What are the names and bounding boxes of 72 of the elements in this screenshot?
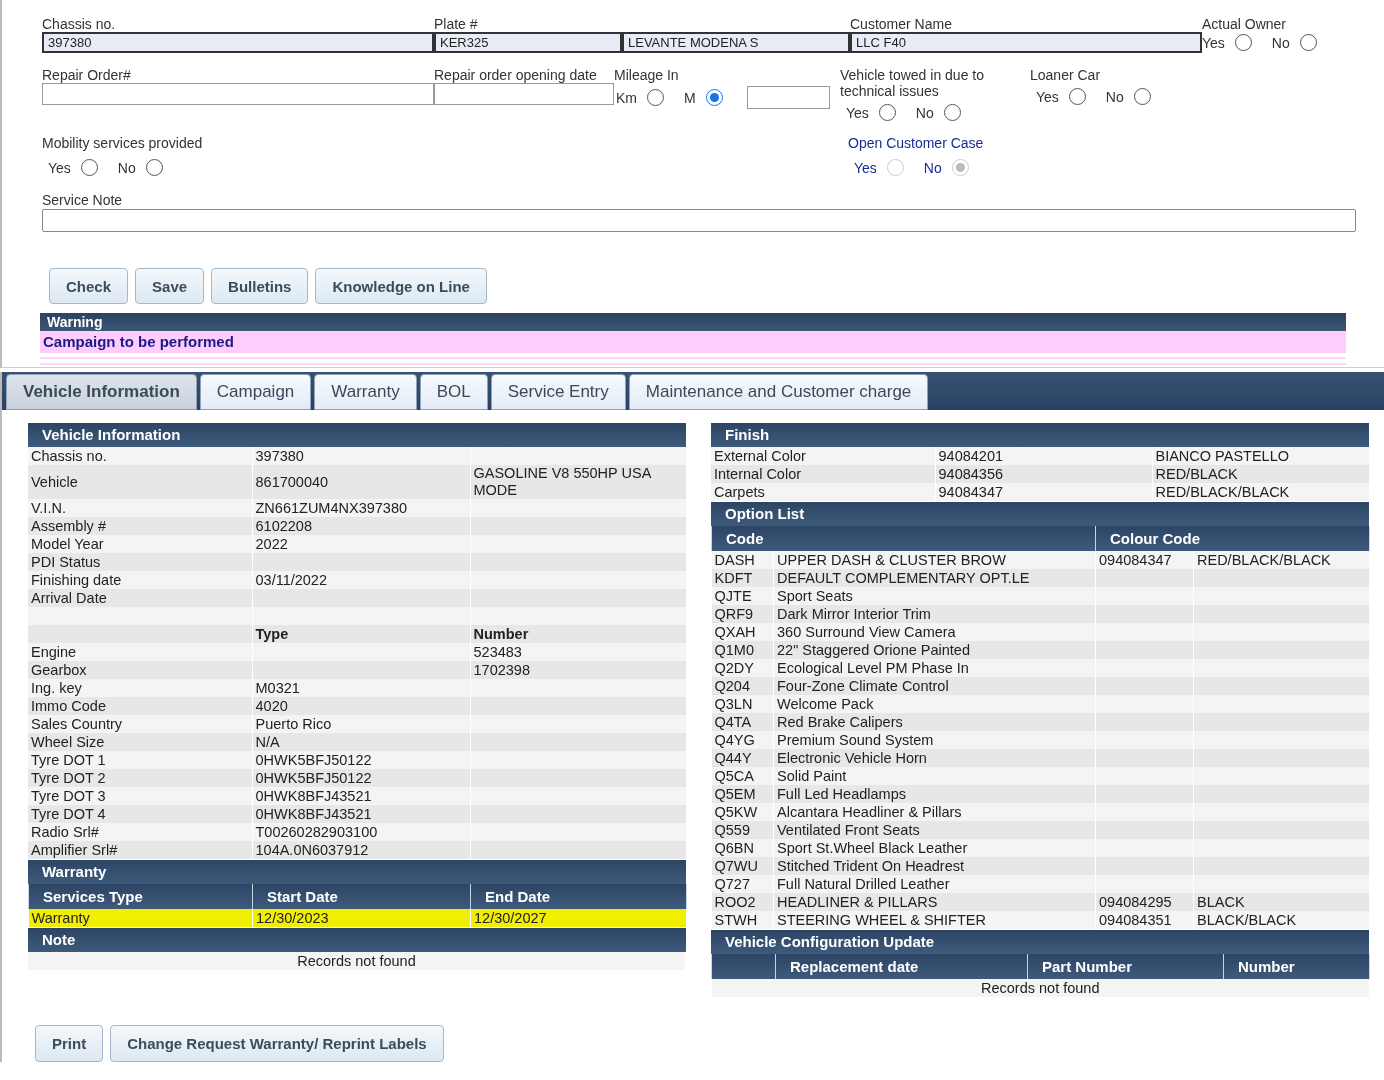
field-label: Vehicle towed in due to technical issues bbox=[840, 67, 985, 99]
field-label: Customer Name bbox=[850, 16, 952, 32]
action-button[interactable]: Change Request Warranty/ Reprint Labels bbox=[110, 1025, 444, 1062]
column-header: Colour Code bbox=[1095, 526, 1370, 551]
tab[interactable]: Maintenance and Customer charge bbox=[628, 374, 929, 410]
column-header: End Date bbox=[470, 884, 687, 909]
text-field[interactable]: 397380 bbox=[42, 32, 434, 53]
text-field[interactable]: LLC F40 bbox=[850, 32, 1202, 53]
radio-button[interactable] bbox=[1133, 88, 1151, 105]
field-label: Open Customer Case bbox=[848, 135, 984, 151]
field-label: Repair Order# bbox=[42, 67, 131, 83]
option-label: Yes bbox=[846, 104, 869, 121]
option-label: No bbox=[117, 159, 136, 176]
tab[interactable]: Warranty bbox=[314, 374, 417, 410]
radio-button[interactable] bbox=[1234, 34, 1252, 51]
text-field[interactable] bbox=[434, 83, 614, 105]
column-header: Services Type bbox=[28, 884, 253, 909]
option-label: Yes bbox=[1036, 88, 1059, 105]
table-cell: Records not found bbox=[711, 979, 1370, 997]
option-label: Km bbox=[616, 89, 637, 106]
service-note-field[interactable] bbox=[42, 209, 1356, 232]
section-header: Finish bbox=[711, 422, 1369, 447]
field-label: Loaner Car bbox=[1030, 67, 1101, 83]
mileage-field[interactable] bbox=[746, 86, 830, 109]
radio-button[interactable] bbox=[878, 104, 896, 121]
option-label: M bbox=[684, 89, 696, 106]
action-button[interactable]: Bulletins bbox=[211, 268, 309, 304]
option-label: No bbox=[1105, 88, 1124, 105]
field-label: Service Note bbox=[42, 192, 123, 208]
option-label: Yes bbox=[854, 159, 877, 176]
text-field[interactable]: LEVANTE MODENA S bbox=[622, 32, 850, 53]
field-label: Actual Owner bbox=[1202, 16, 1287, 32]
column-header: Start Date bbox=[252, 884, 471, 909]
radio-button[interactable] bbox=[647, 89, 664, 106]
option-label: Yes bbox=[1202, 34, 1225, 51]
option-label: No bbox=[1271, 34, 1290, 51]
option-label: No bbox=[915, 104, 934, 121]
radio-button[interactable] bbox=[145, 159, 163, 176]
column-header: Part Number bbox=[1027, 954, 1224, 979]
radio-button[interactable] bbox=[1299, 34, 1317, 51]
action-button[interactable]: Print bbox=[35, 1025, 104, 1062]
tab[interactable]: BOL bbox=[419, 374, 488, 410]
column-header: Code bbox=[711, 526, 1096, 551]
radio-button[interactable] bbox=[1068, 88, 1086, 105]
text-field[interactable] bbox=[42, 83, 434, 105]
field-label: Mileage In bbox=[614, 67, 679, 83]
column-header: Number bbox=[1223, 954, 1370, 979]
field-label: Plate # bbox=[434, 16, 478, 32]
field-label: Mobility services provided bbox=[42, 135, 203, 151]
section-header: Note bbox=[28, 927, 686, 952]
action-button[interactable]: Knowledge on Line bbox=[315, 268, 487, 304]
section-header: Vehicle Information bbox=[28, 422, 686, 447]
section-header: Warranty bbox=[28, 859, 686, 884]
warning-message: Campaign to be performed bbox=[40, 331, 1346, 353]
table-cell: Records not found bbox=[28, 952, 686, 970]
section-header: Vehicle Configuration Update bbox=[711, 929, 1369, 954]
field-label: Repair order opening date bbox=[434, 67, 597, 83]
option-label: No bbox=[923, 159, 942, 176]
radio-button[interactable] bbox=[943, 104, 961, 121]
tab[interactable]: Service Entry bbox=[490, 374, 626, 410]
radio-button[interactable] bbox=[705, 89, 723, 106]
option-label: Yes bbox=[48, 159, 71, 176]
warning-header: Warning bbox=[40, 313, 1346, 331]
tab[interactable]: Vehicle Information bbox=[6, 374, 197, 410]
radio-button[interactable] bbox=[80, 159, 98, 176]
section-header: Option List bbox=[711, 501, 1369, 526]
action-button[interactable]: Check bbox=[49, 268, 129, 304]
text-field[interactable]: KER325 bbox=[434, 32, 622, 53]
field-label: Chassis no. bbox=[42, 16, 116, 32]
tab[interactable]: Campaign bbox=[199, 374, 312, 410]
action-button[interactable]: Save bbox=[135, 268, 205, 304]
column-header: Replacement date bbox=[775, 954, 1028, 979]
